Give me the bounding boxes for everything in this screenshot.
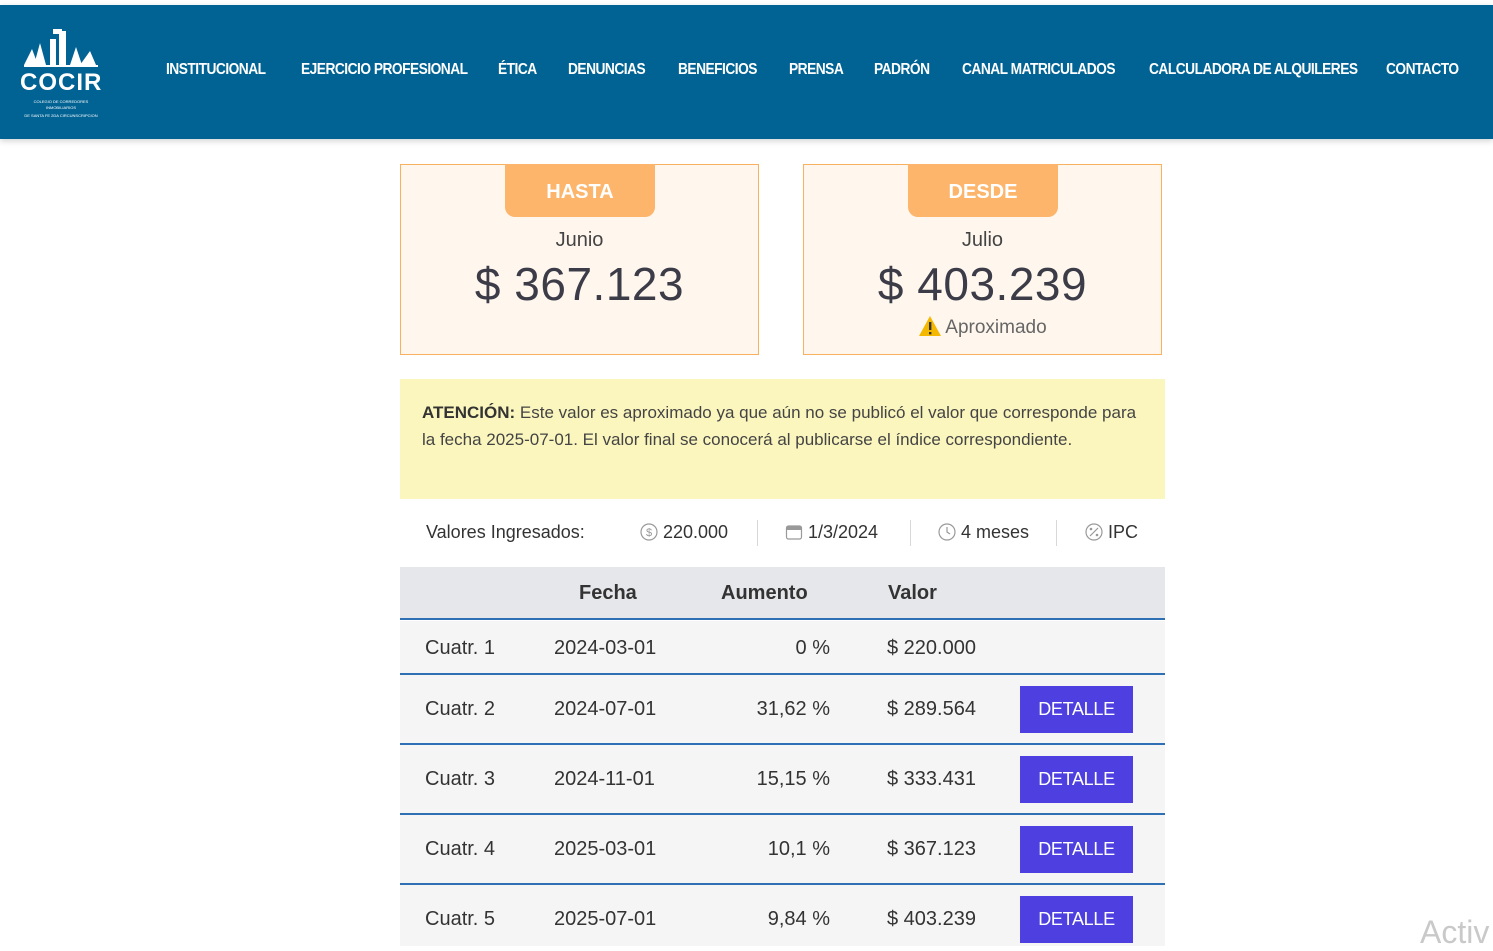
row-increase: 9,84 % [767,908,830,930]
divider [757,520,758,546]
row-value: $ 289.564 [887,698,976,720]
header-aumento: Aumento [721,582,808,604]
row-date: 2024-03-01 [554,637,657,659]
summary-period: 4 meses [938,522,1029,543]
detail-button[interactable]: DETALLE [1020,826,1133,873]
activation-watermark: Activ [1420,914,1490,950]
row-increase: 31,62 % [756,698,830,720]
detail-button[interactable]: DETALLE [1020,686,1133,733]
row-date: 2024-07-01 [554,698,657,720]
nav-denuncias[interactable]: DENUNCIAS [568,61,646,79]
card-desde-month: Julio [961,229,1004,251]
summary-label: Valores Ingresados: [426,522,585,542]
divider [910,520,911,546]
header-valor: Valor [888,582,937,604]
row-period: Cuatr. 1 [425,637,496,659]
row-period: Cuatr. 5 [425,908,496,930]
table-header: Fecha Aumento Valor [400,567,1165,620]
logo-tagline: DE SANTA FE 2DA CIRCUNSCRIPCION [24,113,98,118]
warning-icon [919,316,942,336]
card-desde-amount: $ 403.239 [877,258,1088,310]
site-header: COCIR COLEGIO DE CORREDORES INMOBILIARIO… [0,5,1493,139]
row-increase: 15,15 % [756,768,830,790]
nav-institucional[interactable]: INSTITUCIONAL [166,61,266,79]
card-hasta-month: Junio [555,229,604,251]
summary-date: 1/3/2024 [785,522,878,543]
summary-date-value: 1/3/2024 [808,522,879,542]
row-date: 2025-07-01 [554,908,657,930]
summary-period-value: 4 meses [961,522,1030,542]
summary-amount-value: 220.000 [663,522,729,542]
logo-tagline: COLEGIO DE CORREDORES [33,99,89,104]
divider [1056,520,1057,546]
row-period: Cuatr. 3 [425,768,496,790]
card-hasta-amount: $ 367.123 [474,258,685,310]
logo-tagline: INMOBILIARIOS [45,105,76,110]
summary-index: IPC [1085,522,1138,543]
table-row: Cuatr. 5 2025-07-01 9,84 % $ 403.239 DET… [400,885,1165,946]
nav-ejercicio-profesional[interactable]: EJERCICIO PROFESIONAL [301,61,468,79]
row-date: 2025-03-01 [554,838,657,860]
nav-calculadora-alquileres[interactable]: CALCULADORA DE ALQUILERES [1149,61,1358,79]
svg-text:$: $ [646,527,652,539]
nav-etica[interactable]: ÉTICA [498,61,537,79]
logo-wordmark: COCIR [20,69,103,96]
header-fecha: Fecha [579,582,637,604]
money-icon: $ [640,523,658,541]
detail-button[interactable]: DETALLE [1020,896,1133,943]
nav-contacto[interactable]: CONTACTO [1386,61,1459,79]
detail-button[interactable]: DETALLE [1020,756,1133,803]
card-hasta: HASTA Junio $ 367.123 [400,164,759,355]
percent-icon [1085,523,1103,541]
row-increase: 10,1 % [767,838,830,860]
cocir-logo[interactable]: COCIR COLEGIO DE CORREDORES INMOBILIARIO… [20,25,102,123]
card-desde: DESDE Julio $ 403.239 Aproximado [803,164,1162,355]
entered-values-summary: Valores Ingresados: $ 220.000 1/3/2024 4… [400,511,1165,555]
approximate-label: Aproximado [945,317,1047,338]
table-row: Cuatr. 4 2025-03-01 10,1 % $ 367.123 DET… [400,815,1165,885]
row-value: $ 333.431 [887,768,976,790]
alert-label: ATENCIÓN: [422,403,516,422]
nav-canal-matriculados[interactable]: CANAL MATRICULADOS [962,61,1116,79]
row-value: $ 367.123 [887,838,976,860]
card-desde-tab: DESDE [908,164,1058,217]
row-increase: 0 % [795,637,830,659]
row-value: $ 403.239 [887,908,976,930]
clock-icon [938,523,956,541]
nav-beneficios[interactable]: BENEFICIOS [678,61,757,79]
alert-text: Este valor es aproximado ya que aún no s… [422,403,1137,449]
table-row: Cuatr. 2 2024-07-01 31,62 % $ 289.564 DE… [400,675,1165,745]
row-date: 2024-11-01 [554,768,655,790]
summary-amount: $ 220.000 [640,522,728,543]
logo-emblem-icon [24,29,98,67]
row-period: Cuatr. 4 [425,838,496,860]
table-row: Cuatr. 3 2024-11-01 15,15 % $ 333.431 DE… [400,745,1165,815]
nav-padron[interactable]: PADRÓN [874,61,930,79]
approximate-note: Aproximado [804,315,1161,339]
calendar-icon [785,525,803,540]
table-row: Cuatr. 1 2024-03-01 0 % $ 220.000 [400,621,1165,675]
summary-index-value: IPC [1108,522,1139,542]
attention-alert: ATENCIÓN: Este valor es aproximado ya qu… [400,379,1165,499]
nav-prensa[interactable]: PRENSA [789,61,844,79]
row-value: $ 220.000 [887,637,976,659]
card-hasta-tab: HASTA [505,164,655,217]
row-period: Cuatr. 2 [425,698,496,720]
